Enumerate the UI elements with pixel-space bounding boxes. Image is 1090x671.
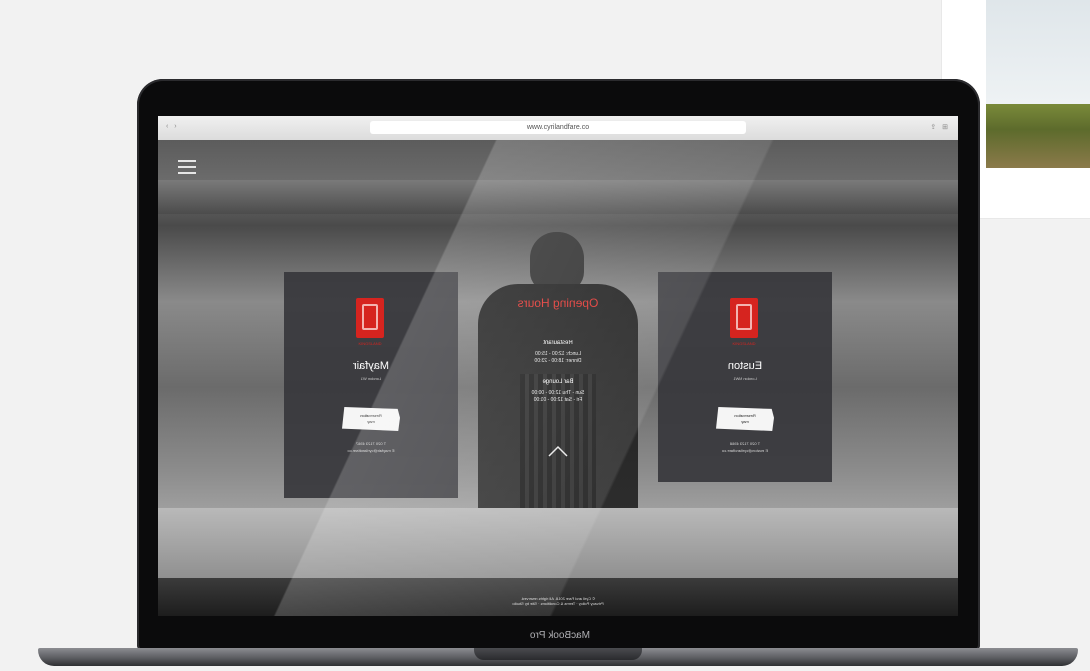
laptop-base-notch [474,648,642,660]
location-name: Euston [727,360,763,372]
browser-toolbar: ‹ › www.cyrilandfare.co ⇪ ⊞ [158,116,958,141]
photo-landscape [986,104,1090,168]
opening-hours-details: Restaurant Lunch: 12:00 - 15:00 Dinner: … [488,340,628,404]
restaurant-hours-line: Dinner: 18:00 - 23:00 [534,358,582,364]
location-card-mayfair: KINGSLAND Mayfair London W1 Reservation … [284,272,458,498]
chevron-up-icon[interactable] [547,444,569,458]
reservation-button[interactable]: Reservation may [716,407,774,431]
browser-nav-buttons[interactable]: ‹ › [166,123,179,130]
opening-hours-title: Opening Hours [517,296,599,310]
reservation-button[interactable]: Reservation may [342,407,400,431]
laptop-screen: ‹ › www.cyrilandfare.co ⇪ ⊞ Opening Hour… [158,116,958,616]
kitchen-counter [158,508,958,580]
browser-actions[interactable]: ⇪ ⊞ [930,123,950,131]
location-subtitle: London NW1 [733,376,757,381]
logo-caption: KINGSLAND [358,341,382,346]
logo-caption: KINGSLAND [732,341,756,346]
restaurant-logo-icon [730,298,758,338]
footer-line[interactable]: Privacy Policy · Terms & Conditions · Si… [408,601,708,606]
contact-email[interactable]: E mayfair@cyrilandfare.co [284,447,458,454]
bar-hours-line: Fri - Sat 12:00 - 01:00 [533,397,583,403]
location-contact: T 020 7123 4568 E euston@cyrilandfare.co [658,440,832,454]
contact-phone: T 020 7123 4567 [355,441,387,446]
bar-heading: Bar Lounge [542,379,574,385]
chef-head [530,232,584,292]
location-name: Mayfair [352,360,390,372]
laptop-model-label: MacBook Pro [529,630,591,641]
hamburger-icon[interactable] [178,160,196,174]
site-footer: © Cyril and Fare 2018. All rights reserv… [408,596,708,606]
restaurant-heading: Restaurant [543,340,573,346]
location-contact: T 020 7123 4567 E mayfair@cyrilandfare.c… [284,440,458,454]
restaurant-logo-icon [356,298,384,338]
photo-sky [986,0,1090,104]
contact-phone: T 020 7123 4568 [729,441,761,446]
location-card-euston: KINGSLAND Euston London NW1 Reservation … [658,272,832,482]
browser-url-field[interactable]: www.cyrilandfare.co [370,121,746,134]
restaurant-hours-line: Lunch: 12:00 - 15:00 [535,351,581,357]
bar-hours-line: Sun - Thu 12:00 - 00:00 [531,390,585,396]
location-subtitle: London W1 [360,376,382,381]
contact-email[interactable]: E euston@cyrilandfare.co [658,447,832,454]
kitchen-hood [158,180,958,214]
